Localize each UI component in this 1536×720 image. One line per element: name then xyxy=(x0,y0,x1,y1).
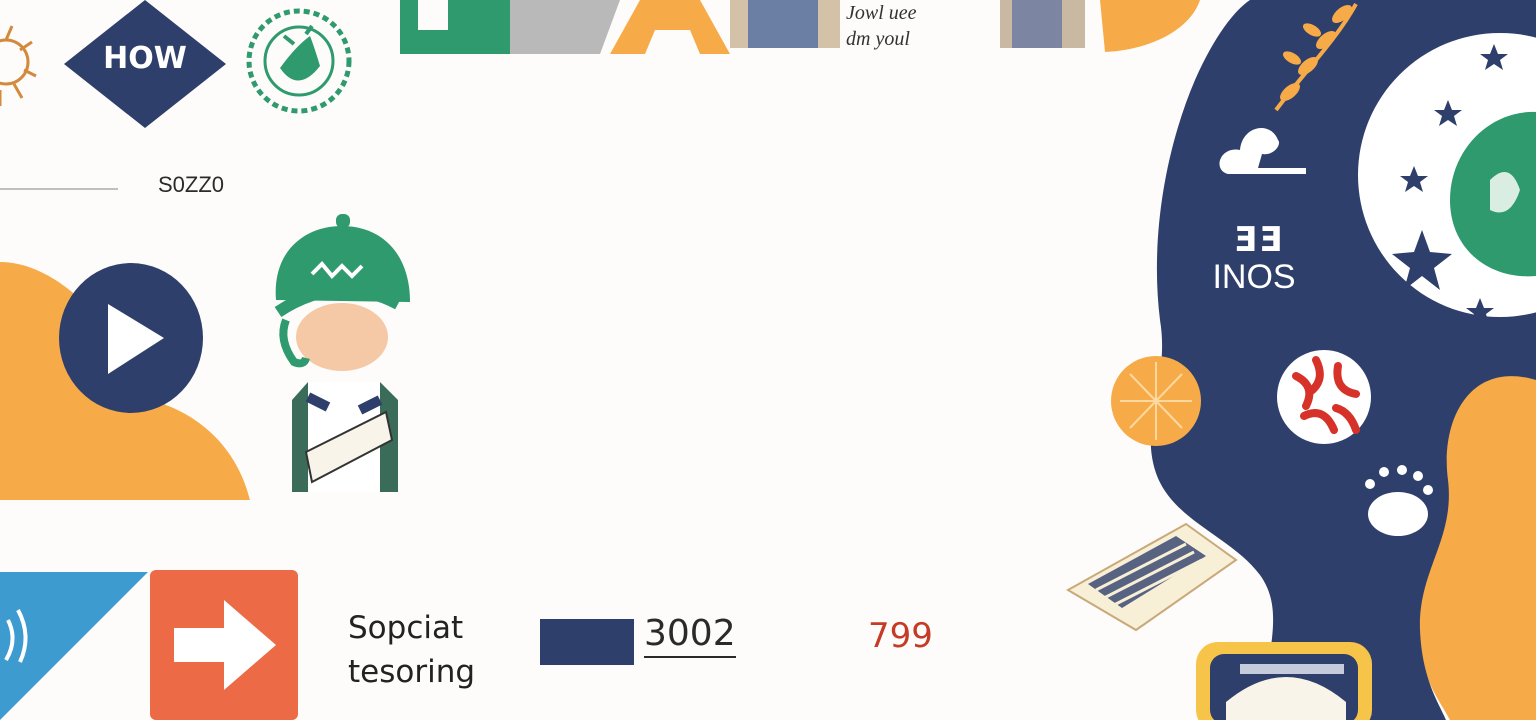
side-label-bottom: INOS xyxy=(1212,258,1296,296)
how-badge-label: HOW xyxy=(103,40,187,76)
paw-icon xyxy=(1365,465,1433,536)
sun-emblem-icon xyxy=(0,25,37,106)
character-figure xyxy=(274,214,410,492)
footer-label-line2: tesoring xyxy=(348,654,476,690)
sun-slice-icon xyxy=(1111,356,1201,446)
green-letter-block xyxy=(400,0,510,54)
navy-swatch xyxy=(540,619,634,665)
top-caption-line1: Jowl uee xyxy=(846,2,917,24)
red-number: 799 xyxy=(868,616,933,656)
next-arrow-button[interactable] xyxy=(150,570,300,720)
top-caption-line2: dm youl xyxy=(846,28,910,50)
footer-label: Sopciat tesoring xyxy=(348,606,475,694)
orange-top-right xyxy=(1100,0,1200,52)
green-seal-icon xyxy=(246,8,352,114)
globe-emblem xyxy=(1392,44,1536,324)
small-number: S0ZZ0 xyxy=(158,172,225,197)
mailbox-icon xyxy=(1196,642,1372,720)
blue-triangle xyxy=(0,572,148,720)
red-pattern-icon xyxy=(1277,350,1371,444)
side-label-top: ƎƎ xyxy=(1233,220,1285,260)
play-button[interactable] xyxy=(58,262,204,414)
newspaper-icon xyxy=(1066,522,1238,632)
top-caption: Jowl uee dm youl xyxy=(846,0,917,52)
footer-label-line1: Sopciat xyxy=(348,610,464,646)
orange-letter-a xyxy=(610,0,730,54)
laurel-icon xyxy=(1274,3,1358,112)
year-number: 3002 xyxy=(644,614,736,658)
gray-letter-block xyxy=(510,0,620,54)
cloud-icon xyxy=(1219,127,1306,174)
divider-line xyxy=(0,188,118,190)
